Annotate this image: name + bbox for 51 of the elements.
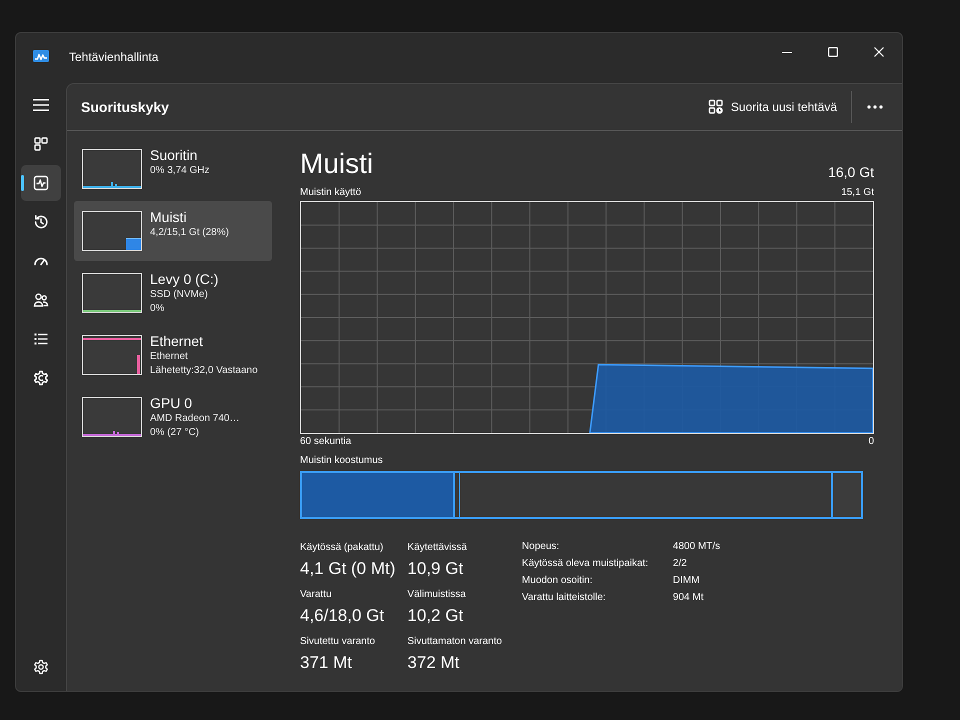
list-icon: [33, 331, 49, 347]
users-icon: [33, 292, 49, 308]
settings-icon: [33, 659, 49, 675]
stat-label: Käytettävissä: [407, 541, 467, 554]
time-axis-label: 0: [868, 435, 874, 448]
stat-label: Sivutettu varanto: [300, 635, 376, 648]
property-label: Varattu laitteistolle:: [522, 591, 607, 605]
stat-value: 371 Mt: [300, 652, 352, 674]
property-label: Nopeus:: [522, 540, 560, 554]
device-item[interactable]: Levy 0 (C:) SSD (NVMe) 0%: [74, 263, 272, 323]
menu-icon: [33, 98, 49, 112]
stat-value: 4,6/18,0 Gt: [300, 605, 384, 627]
property-value: 2/2: [672, 557, 688, 571]
run-new-task-button[interactable]: Suorita uusi tehtävä: [700, 93, 845, 121]
time-axis-label: 60 sekuntia: [300, 435, 352, 448]
stat-label: Välimuistissa: [407, 588, 466, 601]
close-icon: [874, 47, 884, 57]
stat-label: Varattu: [300, 588, 332, 601]
total-memory: 16,0 Gt: [828, 164, 874, 181]
chart-label: Muistin käyttö: [300, 186, 362, 199]
stat-label: Sivuttamaton varanto: [407, 635, 502, 648]
nav-button[interactable]: [21, 165, 61, 201]
page-title: Suorituskyky: [81, 99, 169, 115]
property-label: Käytössä oleva muistipaikat:: [522, 557, 650, 571]
property-value: 4800 MT/s: [672, 540, 720, 554]
app-grid-icon: [708, 99, 724, 115]
heartbeat-logo-icon: [33, 50, 49, 62]
property-value: DIMM: [672, 574, 701, 588]
device-item[interactable]: GPU 0 AMD Radeon 740… 0% (27 °C): [74, 387, 272, 447]
detail-title: Muisti: [300, 147, 374, 181]
property-label: Muodon osoitin:: [522, 574, 594, 588]
composition-label: Muistin koostumus: [300, 454, 383, 467]
property-value: 904 Mt: [672, 591, 704, 605]
history-icon: [33, 214, 49, 230]
stat-value: 4,1 Gt (0 Mt): [300, 558, 396, 580]
chart-max-label: 15,1 Gt: [841, 186, 874, 199]
grid-icon: [33, 136, 49, 152]
window-title: Tehtävienhallinta: [69, 50, 158, 64]
pulse-chart-icon: [33, 175, 49, 191]
stat-value: 372 Mt: [407, 652, 460, 674]
free-segment: [833, 471, 863, 519]
device-item[interactable]: Ethernet Ethernet Lähetetty:32,0 Vastaano: [74, 325, 272, 385]
stat-label: Käytössä (pakattu): [300, 541, 384, 554]
cog-icon: [33, 370, 49, 386]
stat-value: 10,9 Gt: [407, 558, 464, 580]
more-icon: [867, 105, 883, 109]
device-item[interactable]: Suoritin 0% 3,74 GHz: [74, 139, 272, 199]
maximize-icon: [828, 47, 838, 57]
device-item[interactable]: Muisti 4,2/15,1 Gt (28%): [74, 201, 272, 261]
stat-value: 10,2 Gt: [407, 605, 464, 627]
modified-segment: [454, 471, 460, 519]
